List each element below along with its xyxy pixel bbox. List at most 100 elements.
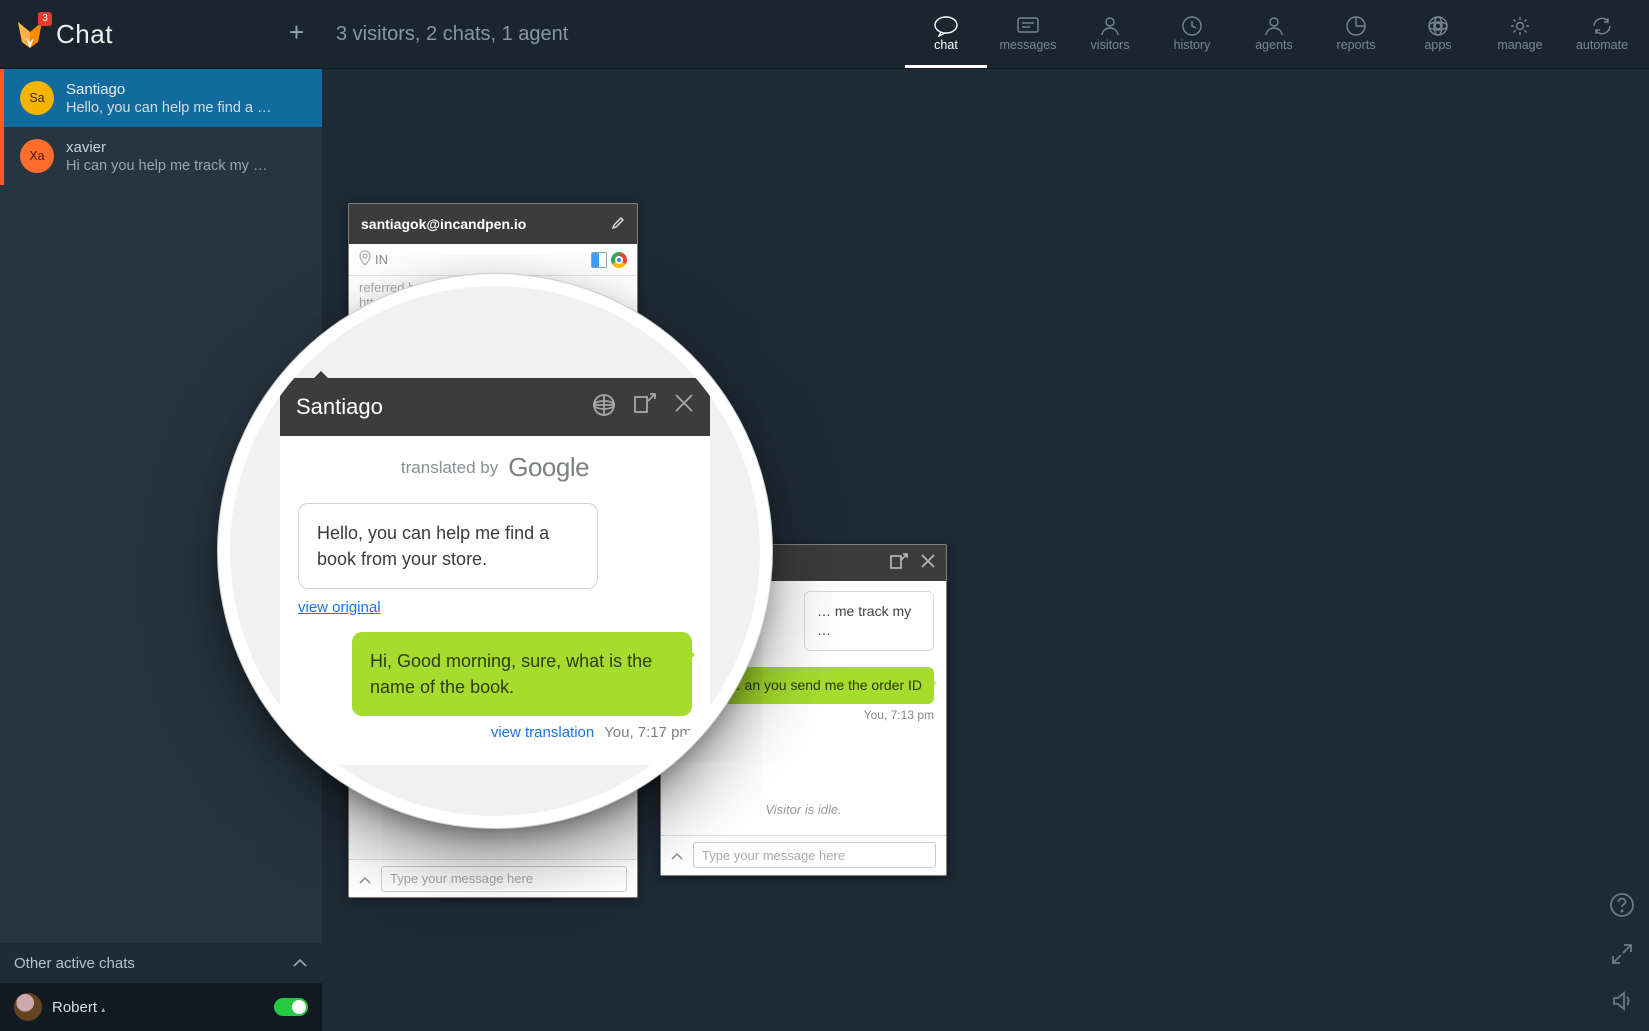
history-icon [1181, 14, 1203, 38]
agent-name-button[interactable]: Robert ▴ [52, 999, 105, 1016]
popout-icon[interactable] [890, 553, 908, 574]
nav-label: manage [1497, 38, 1542, 52]
inbound-message: Hello, you can help me find a book from … [298, 503, 598, 589]
chat-name: xavier [66, 138, 267, 158]
add-chat-button[interactable]: + [289, 17, 304, 48]
chat-bubble-icon [933, 14, 959, 38]
view-original-link[interactable]: view original [298, 599, 381, 616]
finder-icon [591, 252, 607, 268]
visitors-icon [1099, 14, 1121, 38]
outbound-meta: view translation You, 7:17 pm [298, 724, 692, 741]
nav-label: apps [1424, 38, 1451, 52]
chevron-up-icon[interactable] [671, 847, 683, 863]
nav-chat[interactable]: chat [905, 0, 987, 68]
nav-label: chat [934, 38, 958, 52]
chat-entry-santiago[interactable]: Sa Santiago Hello, you can help me find … [0, 69, 322, 127]
help-icon[interactable] [1609, 892, 1635, 923]
support-shortcuts [1609, 892, 1635, 1017]
nav-automate[interactable]: automate [1561, 0, 1643, 68]
main-nav: chat messages visitors history agents re… [905, 0, 1649, 68]
globe-icon[interactable] [592, 393, 616, 422]
message-text: Hello, you can help me find a book from … [317, 523, 549, 569]
other-active-chats-bar[interactable]: Other active chats [0, 943, 322, 983]
agent-avatar [14, 993, 42, 1021]
close-icon[interactable] [674, 393, 694, 422]
pin-icon [359, 250, 371, 269]
chat-header: santiagok@incandpen.io [349, 204, 637, 244]
nav-manage[interactable]: manage [1479, 0, 1561, 68]
nav-label: reports [1337, 38, 1376, 52]
message-text: … me track my … [817, 603, 911, 638]
chevron-up-icon[interactable] [359, 871, 371, 887]
inbound-message: … me track my … [804, 591, 934, 651]
lens-visitor-name: Santiago [296, 394, 383, 420]
nav-label: messages [1000, 38, 1057, 52]
message-timestamp: You, 7:13 pm [673, 708, 934, 722]
chat-name: Santiago [66, 80, 272, 100]
triangle-up-icon: ▴ [99, 1005, 105, 1014]
nav-label: history [1174, 38, 1211, 52]
outbound-message: Hi, Good morning, sure, what is the name… [352, 632, 692, 716]
automate-icon [1591, 14, 1613, 38]
message-timestamp: You, 7:17 pm [604, 724, 692, 741]
visitor-summary: 3 visitors, 2 chats, 1 agent [336, 23, 568, 46]
volume-icon[interactable] [1611, 990, 1633, 1017]
view-translation-link[interactable]: view translation [491, 724, 594, 741]
agent-status-bar: Robert ▴ [0, 983, 322, 1031]
top-bar: 3 Chat + 3 visitors, 2 chats, 1 agent ch… [0, 0, 1649, 69]
nav-messages[interactable]: messages [987, 0, 1069, 68]
nav-history[interactable]: history [1151, 0, 1233, 68]
expand-icon[interactable] [1611, 943, 1633, 970]
chat-preview: Hello, you can help me find a … [66, 100, 272, 116]
message-input[interactable] [381, 866, 627, 892]
other-active-label: Other active chats [14, 955, 135, 972]
chat-entry-xavier[interactable]: Xa xavier Hi can you help me track my … [0, 127, 322, 185]
messages-icon [1016, 14, 1040, 38]
nav-label: agents [1255, 38, 1293, 52]
message-text: … an you send me the order ID [727, 677, 922, 693]
avatar: Sa [20, 81, 54, 115]
visitor-email: santiagok@incandpen.io [361, 216, 526, 232]
chat-meta: xavier Hi can you help me track my … [66, 138, 267, 174]
idle-notice: Visitor is idle. [673, 722, 934, 829]
compose-bar [349, 859, 637, 897]
nav-label: visitors [1091, 38, 1130, 52]
nav-reports[interactable]: reports [1315, 0, 1397, 68]
notification-badge: 3 [38, 12, 52, 26]
compose-bar [661, 835, 946, 875]
outbound-message: … an you send me the order ID [715, 667, 934, 704]
agent-name: Robert [52, 999, 97, 1016]
pointer-triangle-icon [310, 360, 332, 382]
close-icon[interactable] [920, 553, 936, 574]
visitor-info-row: IN [349, 244, 637, 276]
edit-icon[interactable] [611, 216, 625, 233]
online-toggle[interactable] [274, 998, 308, 1016]
reports-icon [1345, 14, 1367, 38]
chat-preview: Hi can you help me track my … [66, 158, 267, 174]
gear-icon [1509, 14, 1531, 38]
fox-logo: 3 [14, 18, 46, 50]
chat-list: Sa Santiago Hello, you can help me find … [0, 69, 322, 185]
chat-meta: Santiago Hello, you can help me find a … [66, 80, 272, 116]
magnifier-lens: Santiago translated by Google Hello, you… [230, 286, 760, 816]
visitor-country: IN [375, 252, 388, 267]
translated-by-label: translated by [401, 458, 498, 478]
brand-title: Chat [56, 19, 113, 50]
nav-visitors[interactable]: visitors [1069, 0, 1151, 68]
agents-icon [1263, 14, 1285, 38]
nav-apps[interactable]: apps [1397, 0, 1479, 68]
google-logo-text: Google [508, 452, 589, 483]
translation-attribution: translated by Google [298, 452, 692, 483]
browser-icons [591, 252, 627, 268]
brand-zone: 3 Chat + [0, 0, 322, 68]
nav-agents[interactable]: agents [1233, 0, 1315, 68]
chrome-icon [611, 252, 627, 268]
lens-chat-header: Santiago [280, 378, 710, 436]
popout-icon[interactable] [634, 393, 656, 422]
lens-chat-body: translated by Google Hello, you can help… [280, 436, 710, 765]
nav-label: automate [1576, 38, 1628, 52]
message-text: Hi, Good morning, sure, what is the name… [370, 651, 652, 697]
message-input[interactable] [693, 842, 936, 868]
chevron-up-icon [292, 955, 308, 972]
avatar: Xa [20, 139, 54, 173]
